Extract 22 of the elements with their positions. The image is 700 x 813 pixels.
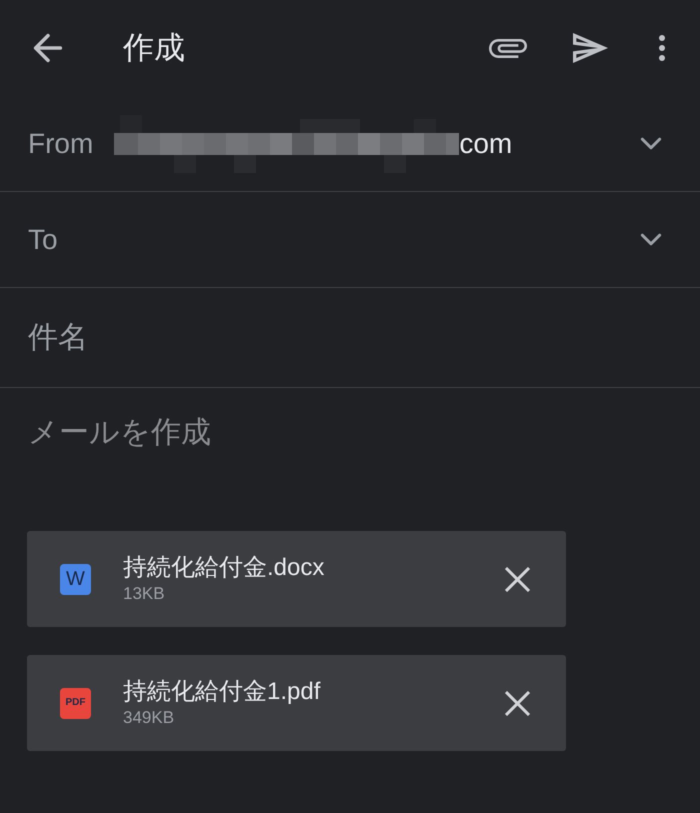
attachment-card[interactable]: W 持続化給付金.docx 13KB xyxy=(27,531,566,627)
chevron-down-icon[interactable] xyxy=(640,233,662,246)
close-icon xyxy=(504,566,530,592)
subject-field[interactable]: 件名 xyxy=(0,308,700,368)
arrow-left-icon xyxy=(33,33,63,63)
chevron-down-icon[interactable] xyxy=(640,137,662,150)
file-size: 349KB xyxy=(123,707,176,729)
send-icon xyxy=(572,33,608,63)
field-label: To xyxy=(28,222,58,256)
file-name: 持続化給付金1.pdf xyxy=(123,677,320,707)
attachment-card[interactable]: PDF 持続化給付金1.pdf 349KB xyxy=(27,655,566,751)
file-name: 持続化給付金.docx xyxy=(123,553,324,583)
close-icon xyxy=(504,690,530,716)
more-vertical-icon xyxy=(658,35,666,61)
file-size: 13KB xyxy=(123,583,166,605)
paperclip-icon xyxy=(489,38,527,58)
sender-address[interactable]: com xyxy=(459,122,512,164)
file-type-badge: PDF xyxy=(60,688,91,718)
screen-title: 作成 xyxy=(123,29,185,67)
body-field[interactable]: メールを作成 xyxy=(0,388,700,488)
file-type-badge: W xyxy=(60,564,91,594)
field-label: From xyxy=(28,126,94,160)
